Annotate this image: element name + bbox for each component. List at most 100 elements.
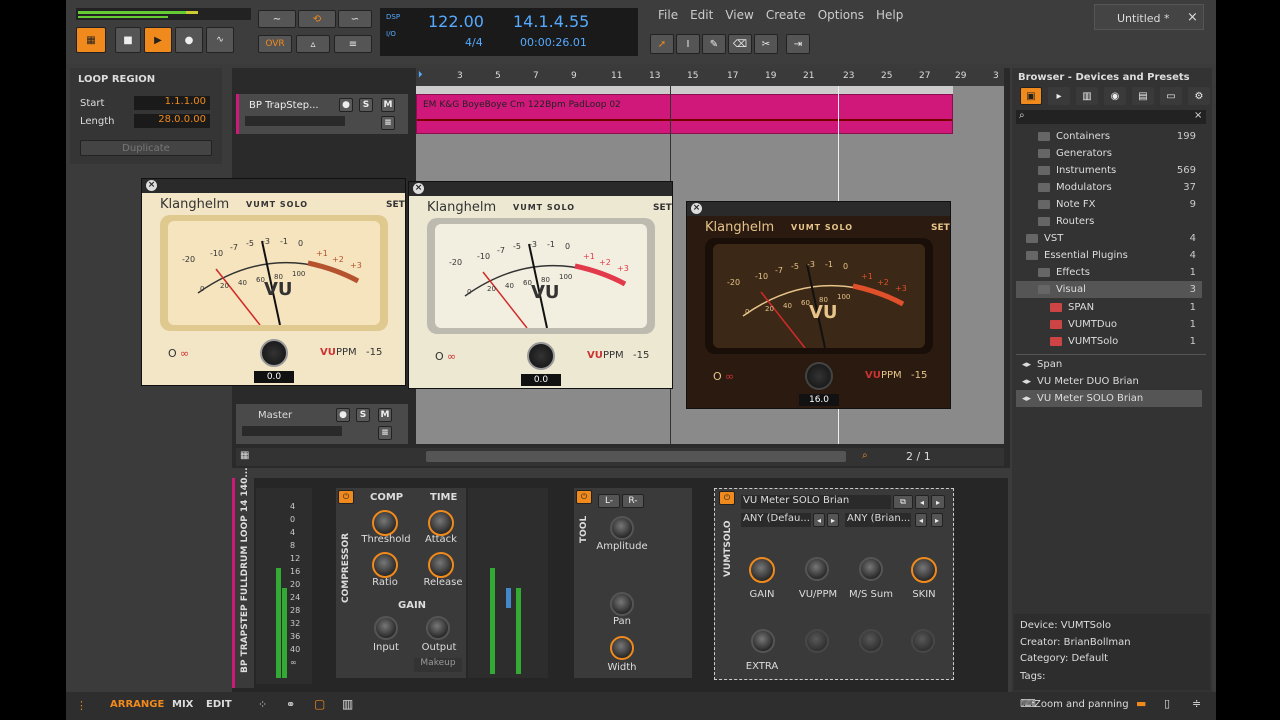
stop-button[interactable]: ■ (115, 27, 141, 53)
vumt-solo-window-cream[interactable]: × Klanghelm VUMT SOLO SET -20 -10 -7 -5 -3 -1 0 +1 +… (141, 178, 406, 386)
vumt-solo-window-white[interactable]: × Klanghelm VUMT SOLO SET -20 -10 -7 -5 -3 -1 0 +1 +… (408, 181, 673, 389)
pen-tool-icon[interactable]: ✎ (702, 34, 726, 54)
vumtsolo-power-icon[interactable]: ⏻ (719, 491, 735, 505)
document-tab[interactable]: Untitled * × (1094, 4, 1204, 30)
browser-item[interactable]: Note FX 9 (1016, 196, 1202, 213)
tempo-value[interactable]: 122.00 (428, 12, 484, 31)
duplicate-button[interactable]: Duplicate (80, 140, 212, 156)
files-tab-icon[interactable]: ▤ (1132, 87, 1154, 105)
ppm-mode-label[interactable]: PPM (881, 370, 902, 381)
attack-knob[interactable] (428, 510, 454, 536)
panel-toggle-icon[interactable]: ⋮ (76, 699, 87, 712)
browser-item[interactable]: Visual 3 (1016, 281, 1202, 298)
view-grid-icon[interactable]: ▦ (240, 450, 249, 461)
master-track-header[interactable]: Master ● S M ≡ (236, 404, 408, 444)
close-icon[interactable]: × (691, 203, 702, 214)
plugin-titlebar[interactable] (142, 179, 405, 193)
extra-knob[interactable] (751, 629, 775, 653)
master-volume[interactable] (242, 426, 342, 436)
browser-search-input[interactable]: ⌕ × (1016, 110, 1206, 124)
link-icon[interactable]: ⚭ (286, 698, 295, 711)
amplitude-knob[interactable] (610, 516, 634, 540)
release-knob[interactable] (428, 552, 454, 578)
browser-item[interactable]: Effects 1 (1016, 264, 1202, 281)
edit-view-button[interactable]: EDIT (206, 699, 232, 710)
settings-gear-icon[interactable]: ⚙ (1188, 87, 1210, 105)
time-signature[interactable]: 4/4 (465, 36, 483, 49)
calibration-value[interactable]: 0.0 (521, 374, 561, 386)
ms-sum-knob[interactable] (859, 557, 883, 581)
browser-item[interactable]: VUMTDuo 1 (1016, 316, 1202, 333)
plugin-titlebar[interactable] (409, 182, 672, 196)
stereo-link-icon[interactable]: O (435, 350, 444, 363)
invert-left-button[interactable]: L- (598, 494, 620, 508)
menu-create[interactable]: Create (760, 8, 812, 22)
master-arm-button[interactable]: ● (336, 408, 350, 422)
preset-item[interactable]: ◂▸ VU Meter SOLO Brian (1016, 390, 1202, 407)
channel-link-icon[interactable]: ∞ (447, 350, 456, 363)
vu-mode-label[interactable]: VU (587, 350, 603, 361)
master-mute-button[interactable]: M (378, 408, 392, 422)
browser-item[interactable]: Instruments 569 (1016, 162, 1202, 179)
vu-gain-knob[interactable] (749, 557, 775, 583)
metronome-icon[interactable]: ▵ (296, 35, 330, 53)
zoom-ratio[interactable]: 2 / 1 (906, 450, 931, 463)
browser-item[interactable]: SPAN 1 (1016, 299, 1202, 316)
ppm-mode-label[interactable]: PPM (336, 347, 357, 358)
horizontal-scrollbar[interactable] (426, 451, 846, 462)
preset-category-select[interactable]: ANY (Defau... (741, 513, 811, 527)
timeline-ruler[interactable] (416, 68, 1004, 86)
vu-mode-label[interactable]: VU (320, 347, 336, 358)
inspector-icon[interactable]: ≑ (1192, 697, 1201, 710)
vumtsolo-device[interactable]: ⏻ VUMTSOLO VU Meter SOLO Brian ⧉ ◂ ▸ ANY… (714, 488, 954, 680)
calibration-knob[interactable] (260, 339, 288, 367)
browser-item[interactable]: VUMTSolo 1 (1016, 333, 1202, 350)
track-name[interactable]: BP TrapStep... (249, 100, 319, 111)
empty-knob-1[interactable] (805, 629, 829, 653)
makeup-button[interactable]: Makeup (414, 658, 462, 672)
next-preset-icon[interactable]: ▸ (931, 495, 945, 509)
samples-tab-icon[interactable]: ▸ (1048, 87, 1070, 105)
mute-button[interactable]: M (381, 98, 395, 112)
calibration-knob[interactable] (527, 342, 555, 370)
automation-view-icon[interactable]: ⁘ (258, 698, 267, 711)
position-value[interactable]: 14.1.4.55 (513, 12, 589, 31)
time-select-icon[interactable]: I (676, 34, 700, 54)
browser-item[interactable]: Generators (1016, 145, 1202, 162)
vuppm-knob[interactable] (805, 557, 829, 581)
zoom-icon[interactable]: ⌕ (862, 450, 868, 461)
browser-item[interactable]: Modulators 37 (1016, 179, 1202, 196)
set-button[interactable]: SET (653, 203, 672, 213)
calibration-value[interactable]: 16.0 (799, 394, 839, 406)
reference-level[interactable]: -15 (366, 347, 382, 358)
browser-item[interactable]: Routers (1016, 213, 1202, 230)
stereo-link-icon[interactable]: O (713, 370, 722, 383)
plugin-window-icon[interactable]: ⧉ (893, 495, 913, 509)
mixer-tab-icon[interactable]: ▥ (1076, 87, 1098, 105)
file-icon[interactable]: ▯ (1164, 697, 1170, 710)
master-solo-button[interactable]: S (356, 408, 370, 422)
record-button[interactable]: ● (175, 27, 203, 53)
close-icon[interactable]: × (146, 180, 157, 191)
loop-bar[interactable] (416, 86, 953, 94)
close-icon[interactable]: × (413, 183, 424, 194)
menu-file[interactable]: File (652, 8, 684, 22)
groove-icon[interactable]: ∼ (258, 10, 296, 28)
clear-search-icon[interactable]: × (1194, 110, 1202, 121)
knife-icon[interactable]: ✂ (754, 34, 778, 54)
creator-next-icon[interactable]: ▸ (931, 513, 943, 527)
browser-toggle-icon[interactable]: ▬ (1136, 697, 1146, 710)
follow-icon[interactable]: ⇥ (786, 34, 810, 54)
vu-mode-label[interactable]: VU (865, 370, 881, 381)
track-menu-icon[interactable]: ≡ (381, 116, 395, 130)
vumt-solo-window-wood[interactable]: × Klanghelm VUMT SOLO SET -20 -10 -7 -5 -3 -1 0 +1 +… (686, 201, 951, 409)
loop-button[interactable]: ⟲ (298, 10, 336, 28)
grid-icon[interactable]: ▦ (76, 27, 106, 53)
menu-view[interactable]: View (719, 8, 759, 22)
start-field[interactable]: 1.1.1.00 (134, 96, 210, 110)
preset-item[interactable]: ◂▸ VU Meter DUO Brian (1016, 373, 1202, 390)
calibration-value[interactable]: 0.0 (254, 371, 294, 383)
browser-item[interactable]: Essential Plugins 4 (1016, 247, 1202, 264)
track-arm-button[interactable]: ● (339, 98, 353, 112)
empty-knob-2[interactable] (859, 629, 883, 653)
